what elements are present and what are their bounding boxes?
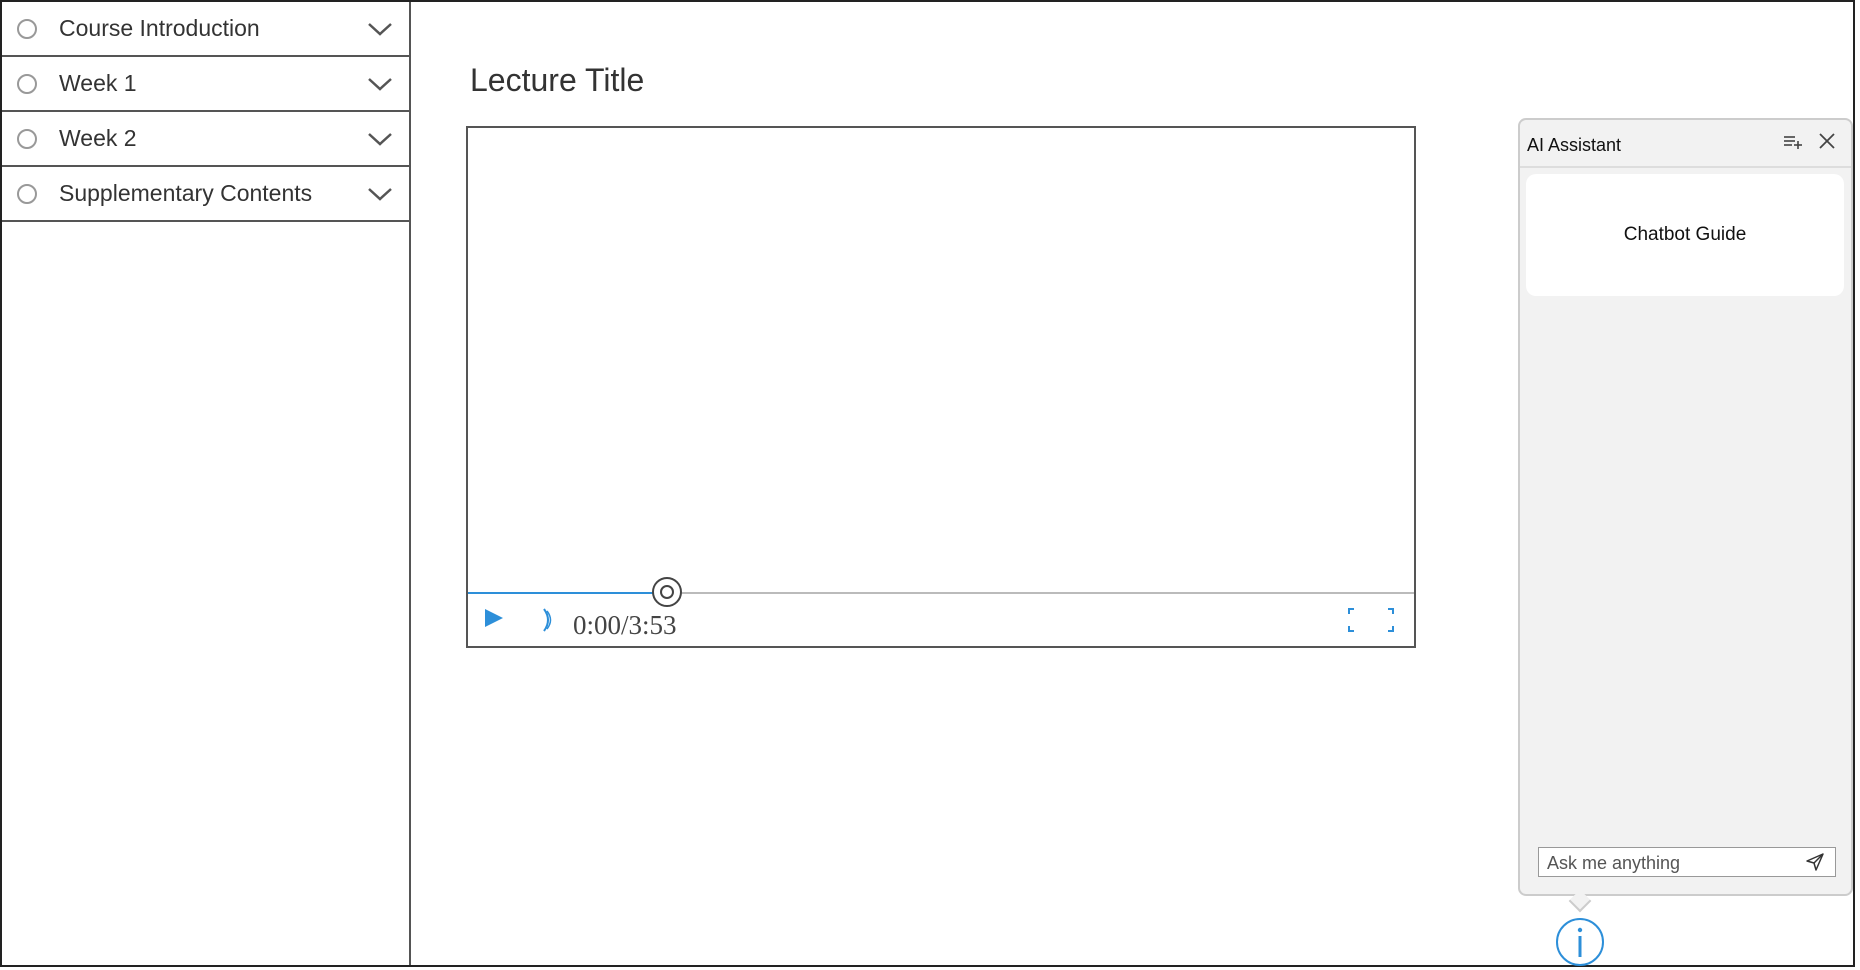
sidebar-item-label: Week 1 bbox=[59, 70, 137, 96]
sidebar-item-supplementary-contents[interactable]: Supplementary Contents bbox=[2, 167, 409, 222]
sidebar-item-course-introduction[interactable]: Course Introduction bbox=[2, 2, 409, 57]
ai-assistant-panel: AI Assistant Chatbot Guide bbox=[1518, 118, 1853, 896]
progress-bar[interactable] bbox=[468, 577, 1414, 607]
chatbot-guide-card[interactable]: Chatbot Guide bbox=[1526, 174, 1844, 296]
info-icon[interactable] bbox=[1555, 917, 1605, 967]
play-icon[interactable] bbox=[482, 606, 506, 630]
progress-fill bbox=[468, 592, 667, 594]
app-window: Course Introduction Week 1 Week 2 Supple… bbox=[0, 0, 1855, 967]
chatbot-guide-label: Chatbot Guide bbox=[1623, 224, 1747, 245]
radio-circle-icon[interactable] bbox=[17, 128, 37, 149]
chevron-down-icon[interactable] bbox=[365, 129, 395, 149]
sidebar-item-label: Week 2 bbox=[59, 125, 137, 151]
page-title: Lecture Title bbox=[470, 62, 645, 98]
fullscreen-icon[interactable] bbox=[1346, 606, 1396, 634]
course-sidebar: Course Introduction Week 1 Week 2 Supple… bbox=[2, 2, 411, 965]
ai-assistant-header: AI Assistant bbox=[1520, 120, 1851, 168]
close-icon[interactable] bbox=[1817, 131, 1837, 151]
sidebar-item-label: Course Introduction bbox=[59, 15, 260, 41]
chat-input-box bbox=[1538, 847, 1836, 878]
volume-icon[interactable] bbox=[538, 606, 558, 634]
ai-assistant-title: AI Assistant bbox=[1527, 135, 1622, 155]
chevron-down-icon[interactable] bbox=[365, 184, 395, 204]
new-chat-icon[interactable] bbox=[1783, 134, 1803, 150]
sidebar-item-week-2[interactable]: Week 2 bbox=[2, 112, 409, 167]
send-icon[interactable] bbox=[1805, 852, 1825, 872]
radio-circle-icon[interactable] bbox=[17, 183, 37, 204]
chevron-down-icon[interactable] bbox=[365, 74, 395, 94]
time-display: 0:00/3:53 bbox=[573, 610, 677, 640]
chat-input[interactable] bbox=[1539, 848, 1799, 878]
video-player[interactable]: 0:00/3:53 bbox=[466, 126, 1416, 648]
chevron-down-icon[interactable] bbox=[365, 19, 395, 39]
radio-circle-icon[interactable] bbox=[17, 73, 37, 94]
sidebar-item-week-1[interactable]: Week 1 bbox=[2, 57, 409, 112]
sidebar-item-label: Supplementary Contents bbox=[59, 180, 313, 206]
progress-thumb[interactable] bbox=[651, 577, 682, 607]
radio-circle-icon[interactable] bbox=[17, 18, 37, 39]
